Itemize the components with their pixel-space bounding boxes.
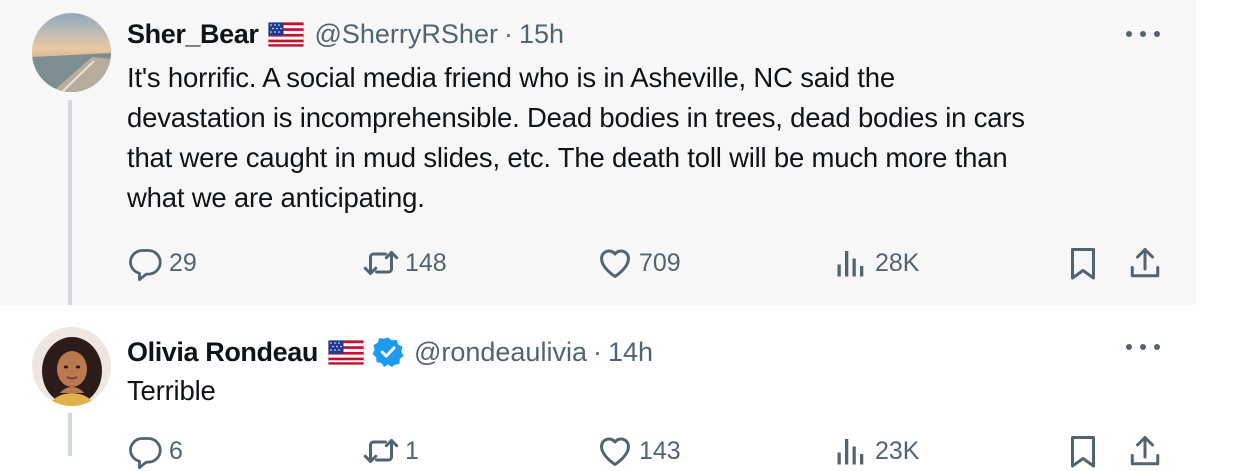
tweet-text-line: Terrible [127, 375, 216, 406]
like-button[interactable]: 143 [597, 431, 681, 471]
reply-button[interactable]: 6 [127, 431, 183, 471]
avatar-olivia-rondeau[interactable] [32, 327, 111, 406]
share-button[interactable] [1127, 431, 1163, 471]
username-handle[interactable]: @SherryRSher [314, 19, 497, 50]
right-margin [1196, 0, 1252, 456]
tweet-text-line: It's horrific. A social media friend who… [127, 62, 895, 93]
action-bar: 29 148 709 28K [127, 243, 1167, 283]
verified-badge-icon [371, 336, 404, 368]
thread-line [68, 100, 72, 305]
tweet-text-line: that were caught in mud slides, etc. The… [127, 142, 1008, 173]
share-upload-icon [1130, 248, 1160, 278]
bookmark-button[interactable] [1065, 243, 1101, 283]
speech-bubble-icon [129, 249, 162, 281]
like-count: 709 [639, 248, 681, 277]
repost-arrows-icon [363, 439, 399, 463]
reply-count: 29 [169, 248, 197, 277]
bookmark-icon [1071, 248, 1095, 280]
thread-line [68, 413, 72, 456]
like-count: 143 [639, 436, 681, 465]
view-count: 23K [875, 436, 920, 465]
display-name[interactable]: Olivia Rondeau [127, 337, 318, 368]
reply-count: 6 [169, 436, 183, 465]
bar-chart-icon [837, 439, 864, 465]
more-dots-icon[interactable] [1126, 24, 1160, 44]
bookmark-button[interactable] [1065, 431, 1101, 471]
heart-icon [600, 437, 630, 466]
tweet-sher-bear[interactable]: Sher_Bear @SherryRSher · 15h It's horrif… [0, 0, 1196, 305]
speech-bubble-icon [129, 437, 162, 469]
separator-dot: · [503, 18, 513, 49]
repost-button[interactable]: 1 [363, 431, 419, 471]
heart-icon [600, 249, 630, 278]
view-count: 28K [875, 248, 920, 277]
like-button[interactable]: 709 [597, 243, 681, 283]
repost-count: 1 [405, 436, 419, 465]
tweet-header: Olivia Rondeau @rondeaulivia · 14h [127, 335, 653, 369]
us-flag-icon [268, 21, 305, 47]
share-button[interactable] [1127, 243, 1163, 283]
more-dots-icon[interactable] [1126, 337, 1160, 357]
tweet-text-line: devastation is incomprehensible. Dead bo… [127, 102, 1025, 133]
repost-arrows-icon [363, 251, 399, 275]
tweet-text: Terrible [127, 371, 1172, 411]
tweet-header: Sher_Bear @SherryRSher · 15h [127, 17, 564, 51]
display-name[interactable]: Sher_Bear [127, 19, 259, 50]
avatar-sher-bear[interactable] [32, 13, 111, 92]
separator-dot: · [592, 336, 602, 367]
tweet-text-line: what we are anticipating. [127, 182, 425, 213]
timestamp[interactable]: 15h [519, 19, 564, 50]
share-upload-icon [1130, 436, 1160, 466]
action-bar: 6 1 143 23K [127, 431, 1167, 471]
tweet-olivia-rondeau[interactable]: Olivia Rondeau @rondeaulivia · 14h Terri… [0, 305, 1196, 469]
repost-count: 148 [405, 248, 447, 277]
tweet-text: It's horrific. A social media friend who… [127, 58, 1172, 218]
username-handle[interactable]: @rondeaulivia [414, 337, 587, 368]
repost-button[interactable]: 148 [363, 243, 447, 283]
timestamp[interactable]: 14h [608, 337, 653, 368]
reply-button[interactable]: 29 [127, 243, 197, 283]
views-button[interactable]: 28K [833, 243, 919, 283]
views-button[interactable]: 23K [833, 431, 919, 471]
us-flag-icon [327, 339, 364, 365]
bookmark-icon [1071, 436, 1095, 468]
bar-chart-icon [837, 251, 864, 277]
